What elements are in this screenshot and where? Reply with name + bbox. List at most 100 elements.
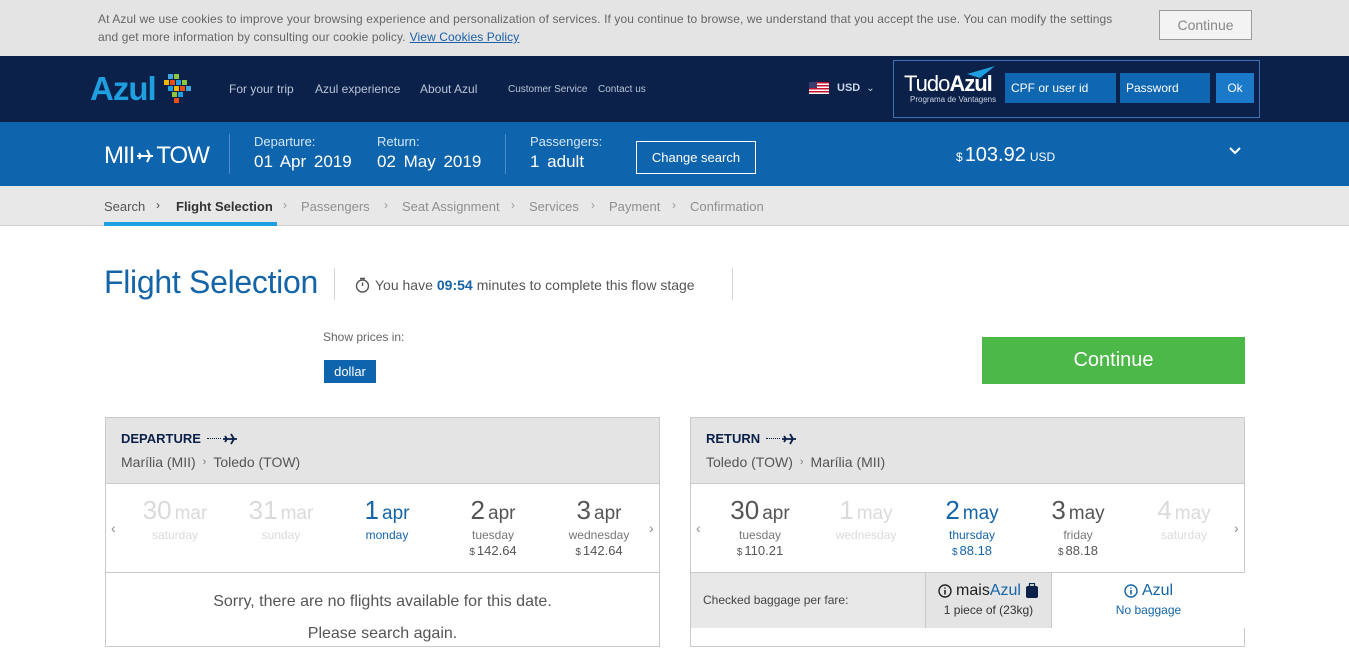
timer-suffix: minutes to complete this flow stage xyxy=(476,277,695,293)
date-day: 1 xyxy=(839,495,854,525)
price-amount: 88.18 xyxy=(1065,543,1099,558)
date-weekday: sunday xyxy=(261,528,301,542)
no-flights-message: Sorry, there are no flights available fo… xyxy=(106,586,659,650)
return-panel: RETURN Toledo (TOW) › Marília (MII) ‹ › … xyxy=(690,417,1245,647)
fare-azul-baggage: No baggage xyxy=(1115,603,1182,617)
step-seat-assignment: Seat Assignment xyxy=(402,199,500,214)
chevron-down-icon: ⌄ xyxy=(866,82,875,94)
route-destination: TOW xyxy=(156,142,210,169)
nav-link-for-your-trip[interactable]: For your trip xyxy=(229,82,294,96)
date-day-month: 31 mar xyxy=(228,497,334,528)
return-date-option[interactable]: 2 may thursday $88.18 xyxy=(919,497,1025,562)
price-currency-symbol: $ xyxy=(469,547,475,558)
currency-selector[interactable]: USD ⌄ xyxy=(809,82,875,94)
tudoazul-login: TudoAzul Programa de Vantagens Ok xyxy=(893,60,1260,118)
departure-label: Departure: xyxy=(254,134,316,149)
airplane-icon xyxy=(782,433,797,444)
date-day-month: 30 apr xyxy=(707,497,813,528)
chevron-left-icon[interactable]: ‹ xyxy=(111,520,116,536)
cookie-message: At Azul we use cookies to improve your b… xyxy=(98,12,1113,44)
no-flights-line-2: Please search again. xyxy=(307,625,458,642)
nav-link-customer-service[interactable]: Customer Service xyxy=(508,84,587,95)
chevron-right-icon: › xyxy=(283,198,287,212)
step-confirmation: Confirmation xyxy=(690,199,764,214)
chevron-right-icon: › xyxy=(384,198,388,212)
departure-date-option: 30 mar saturday xyxy=(122,497,228,542)
return-panel-header: RETURN Toledo (TOW) › Marília (MII) xyxy=(691,418,1244,484)
date-day-month: 1 apr xyxy=(334,497,440,528)
route-summary: MII TOW xyxy=(104,142,210,170)
dotted-line xyxy=(206,438,221,439)
price-unit-dollar-button[interactable]: dollar xyxy=(324,360,376,383)
passengers-value: 1 adult xyxy=(530,152,585,171)
date-weekday: wednesday xyxy=(835,528,897,542)
fare-mais-azul-baggage: 1 piece of (23kg) xyxy=(943,603,1034,617)
date-weekday: thursday xyxy=(948,528,996,542)
show-prices-label: Show prices in: xyxy=(323,330,405,344)
date-day-month: 30 mar xyxy=(122,497,228,528)
chevron-right-icon: › xyxy=(156,198,160,212)
continue-button[interactable]: Continue xyxy=(982,337,1245,384)
departure-date-option[interactable]: 1 apr monday xyxy=(334,497,440,542)
step-search[interactable]: Search xyxy=(104,199,145,214)
date-day-month: 2 apr xyxy=(440,497,546,528)
return-date: 02 May 2019 xyxy=(377,152,482,171)
price-amount: 110.21 xyxy=(744,543,784,558)
date-month: may xyxy=(1174,503,1211,524)
dotted-line xyxy=(766,438,781,439)
chevron-right-icon: › xyxy=(511,198,515,212)
price-amount: 88.18 xyxy=(959,543,993,558)
divider xyxy=(229,134,230,174)
return-date-option[interactable]: 3 may friday $88.18 xyxy=(1025,497,1131,562)
nav-link-azul-experience[interactable]: Azul experience xyxy=(315,82,400,96)
active-step-indicator xyxy=(104,222,277,226)
total-price: $ 103.92 USD xyxy=(956,144,1055,167)
date-day: 30 xyxy=(730,495,760,525)
fare-azul-title: Azul xyxy=(1052,582,1245,600)
chevron-left-icon[interactable]: ‹ xyxy=(696,520,701,536)
cookie-policy-link[interactable]: View Cookies Policy xyxy=(410,30,520,44)
chevron-down-icon[interactable] xyxy=(1228,146,1242,156)
timer-value: 09:54 xyxy=(436,277,473,293)
nav-link-about-azul[interactable]: About Azul xyxy=(420,82,477,96)
password-input[interactable] xyxy=(1120,73,1210,103)
cookie-text: At Azul we use cookies to improve your b… xyxy=(98,10,1128,46)
return-route: Toledo (TOW) › Marília (MII) xyxy=(706,454,885,470)
airplane-icon xyxy=(222,433,237,444)
azul-logo[interactable]: Azul xyxy=(90,70,194,107)
date-price: $142.64 xyxy=(546,542,652,562)
change-search-button[interactable]: Change search xyxy=(636,141,756,174)
fare-mais-azul[interactable]: mais Azul 1 piece of (23kg) xyxy=(925,573,1051,628)
step-passengers: Passengers xyxy=(301,199,370,214)
departure-date-option[interactable]: 3 apr wednesday $142.64 xyxy=(546,497,652,562)
suitcase-icon xyxy=(1025,583,1038,598)
total-currency-symbol: $ xyxy=(956,150,963,164)
chevron-right-icon: › xyxy=(799,456,804,468)
info-icon xyxy=(1124,584,1138,598)
chevron-right-icon: › xyxy=(672,198,676,212)
info-icon xyxy=(938,584,952,598)
date-weekday: friday xyxy=(1063,528,1093,542)
fare-azul[interactable]: Azul No baggage xyxy=(1051,573,1245,628)
search-summary-bar: MII TOW Departure: 01 Apr 2019 Return: 0… xyxy=(0,122,1349,186)
departure-date-option[interactable]: 2 apr tuesday $142.64 xyxy=(440,497,546,562)
date-weekday: monday xyxy=(365,528,409,542)
return-date-option[interactable]: 30 apr tuesday $110.21 xyxy=(707,497,813,562)
return-date-option: 4 may saturday xyxy=(1131,497,1237,542)
login-ok-button[interactable]: Ok xyxy=(1216,73,1254,103)
timer-prefix: You have xyxy=(375,277,433,293)
cookie-continue-button[interactable]: Continue xyxy=(1159,10,1252,40)
route-origin: MII xyxy=(104,142,135,169)
price-currency-symbol: $ xyxy=(1057,547,1064,558)
user-id-input[interactable] xyxy=(1005,73,1116,103)
return-kind-label: RETURN xyxy=(706,431,761,446)
date-day: 3 xyxy=(1051,495,1066,525)
departure-date-option: 31 mar sunday xyxy=(228,497,334,542)
date-weekday: saturday xyxy=(151,528,199,542)
date-day: 3 xyxy=(576,495,591,525)
cookie-banner: At Azul we use cookies to improve your b… xyxy=(0,0,1349,56)
price-currency-symbol: $ xyxy=(951,547,958,558)
nav-link-contact-us[interactable]: Contact us xyxy=(598,84,646,95)
page-title: Flight Selection xyxy=(104,264,318,300)
price-amount: 142.64 xyxy=(582,543,623,558)
